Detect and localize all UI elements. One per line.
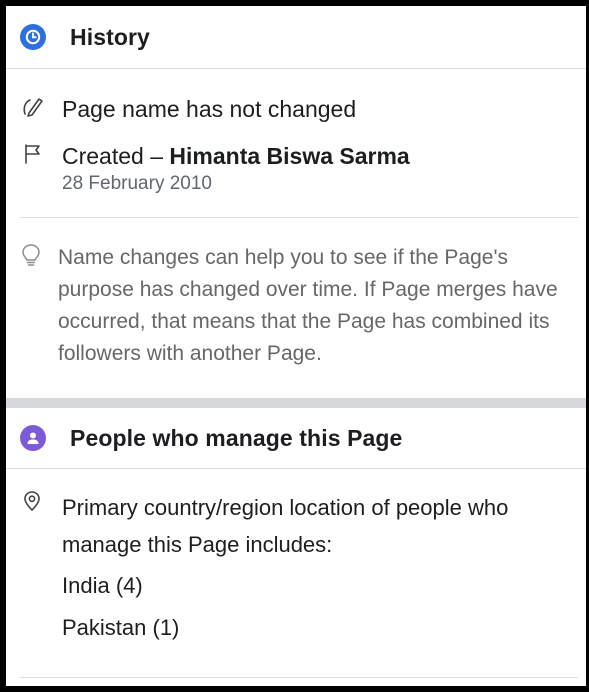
clock-icon (20, 24, 46, 50)
country-india: India (4) (62, 573, 143, 598)
created-row: Created – Himanta Biswa Sarma 28 Februar… (6, 141, 586, 197)
history-info: Name changes can help you to see if the … (6, 242, 586, 370)
flag-icon (20, 141, 50, 172)
name-status: Page name has not changed (62, 96, 357, 122)
lightbulb-icon (20, 242, 50, 370)
manager-location-text: Primary country/region location of peopl… (62, 495, 509, 557)
pencil-icon (20, 94, 50, 125)
page-transparency-panel: History Page name has not changed Create… (6, 6, 586, 686)
managers-header: People who manage this Page (6, 408, 586, 469)
person-icon (20, 425, 46, 451)
managers-title: People who manage this Page (70, 424, 403, 451)
divider (20, 217, 578, 218)
created-line: Created – Himanta Biswa Sarma (62, 141, 410, 171)
history-header: History (6, 6, 586, 69)
created-by[interactable]: Himanta Biswa Sarma (169, 143, 409, 169)
history-title: History (70, 23, 150, 50)
divider (20, 677, 578, 678)
created-date: 28 February 2010 (62, 173, 212, 194)
name-change-row: Page name has not changed (6, 94, 586, 125)
manager-location-row: Primary country/region location of peopl… (6, 489, 586, 649)
created-prefix: Created – (62, 143, 170, 169)
history-info-text: Name changes can help you to see if the … (58, 246, 558, 365)
country-pakistan: Pakistan (1) (62, 615, 180, 640)
section-separator (6, 398, 586, 408)
location-pin-icon (20, 489, 50, 520)
